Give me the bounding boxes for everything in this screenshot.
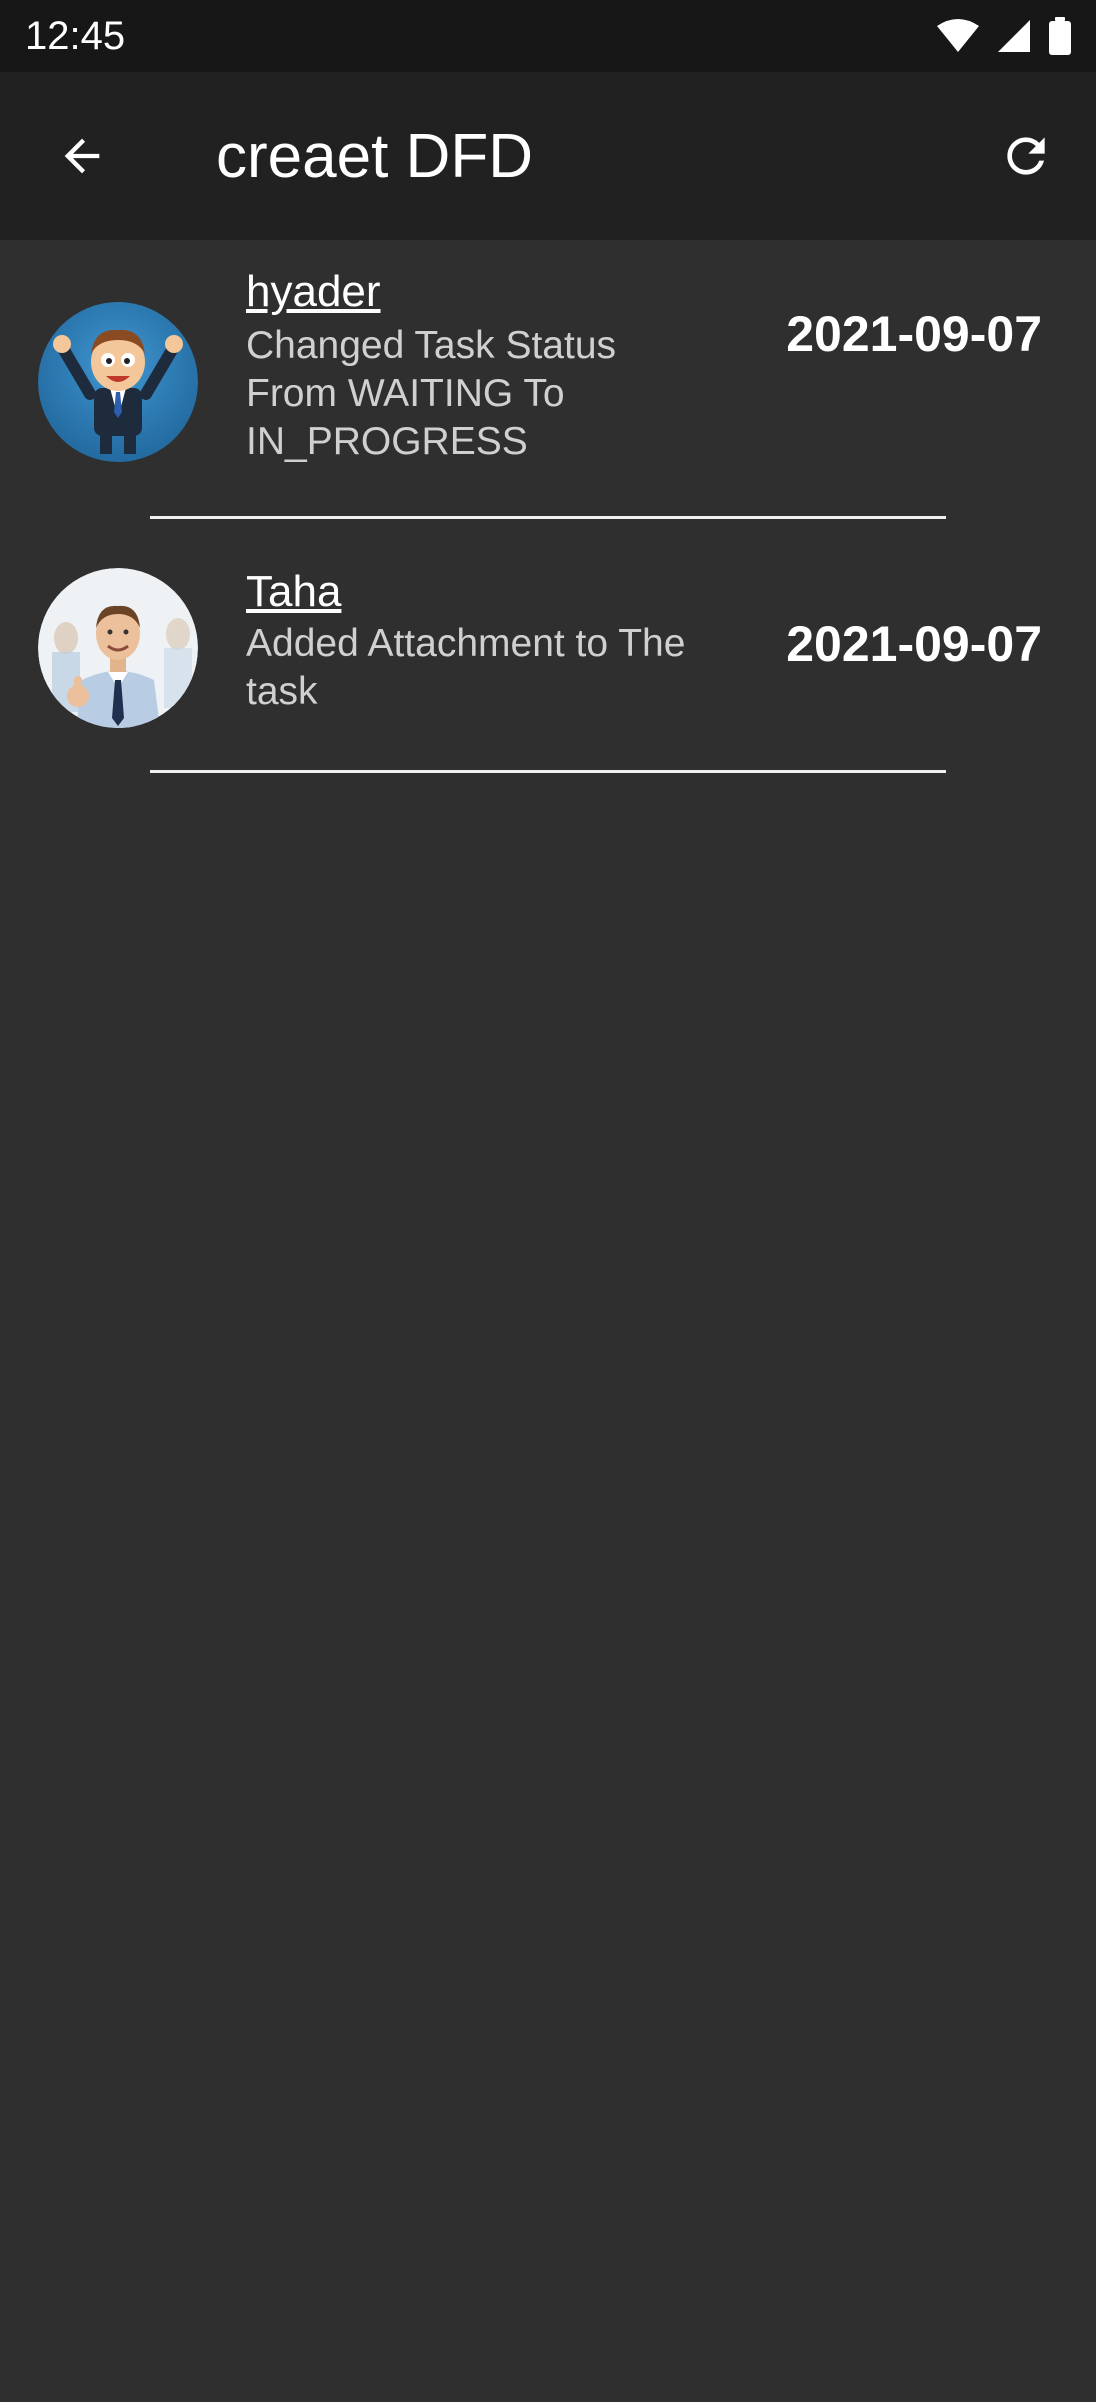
avatar bbox=[38, 302, 198, 462]
app-bar: creaet DFD bbox=[0, 72, 1096, 240]
divider bbox=[150, 770, 946, 773]
user-name[interactable]: Taha bbox=[246, 566, 341, 618]
status-time: 12:45 bbox=[25, 14, 126, 58]
status-bar: 12:45 bbox=[0, 0, 1096, 72]
activity-list: hyader Changed Task Status From WAITING … bbox=[0, 240, 1096, 773]
refresh-icon bbox=[998, 128, 1054, 188]
avatar bbox=[38, 568, 198, 728]
page-title: creaet DFD bbox=[216, 122, 533, 191]
businessman-photo-avatar bbox=[38, 568, 198, 728]
signal-icon bbox=[996, 18, 1032, 54]
status-icons bbox=[936, 16, 1072, 56]
activity-date: 2021-09-07 bbox=[786, 616, 1042, 672]
activity-date: 2021-09-07 bbox=[786, 306, 1042, 362]
activity-description: Added Attachment to The task bbox=[246, 622, 686, 713]
refresh-button[interactable] bbox=[980, 112, 1072, 204]
battery-icon bbox=[1048, 17, 1072, 55]
activity-description: Changed Task Status From WAITING To IN_P… bbox=[246, 324, 617, 463]
list-item[interactable]: hyader Changed Task Status From WAITING … bbox=[0, 240, 1096, 519]
back-button[interactable] bbox=[36, 112, 128, 204]
wifi-icon bbox=[936, 18, 980, 54]
user-name[interactable]: hyader bbox=[246, 266, 381, 318]
cartoon-businessman-avatar bbox=[38, 302, 198, 462]
arrow-back-icon bbox=[56, 130, 108, 186]
list-item[interactable]: Taha Added Attachment to The task 2021-0… bbox=[0, 516, 1096, 773]
